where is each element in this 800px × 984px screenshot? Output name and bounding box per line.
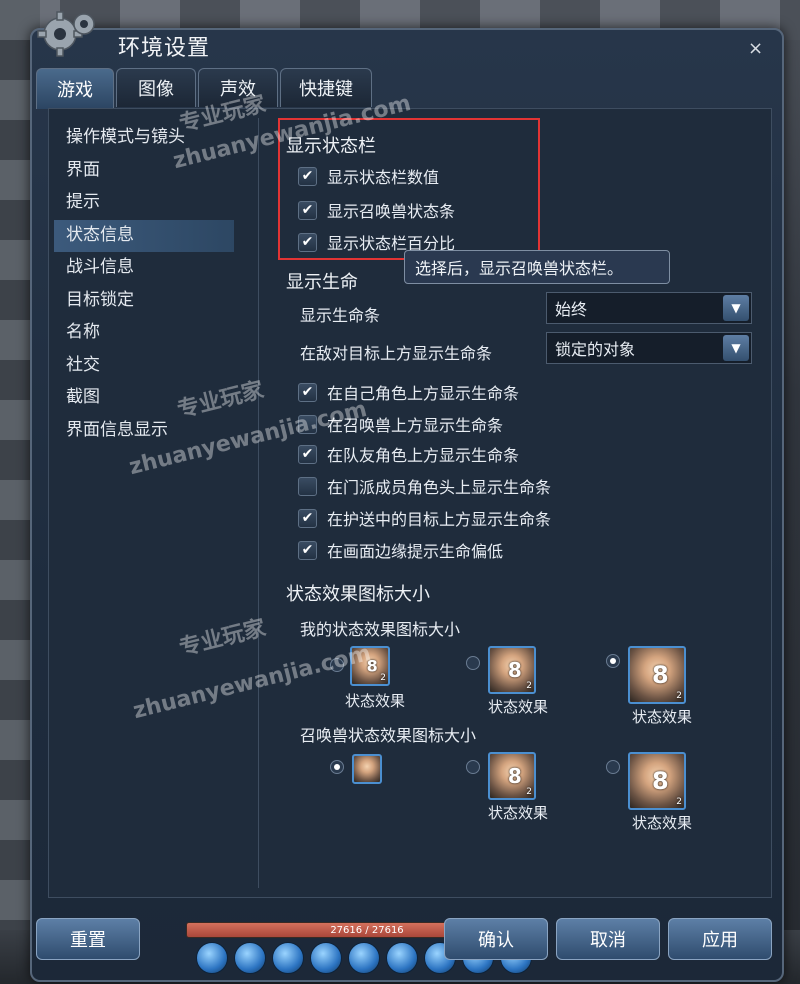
checkbox-box[interactable] — [298, 476, 317, 496]
skill-orb-icon — [310, 942, 342, 974]
apply-button[interactable]: 应用 — [668, 918, 772, 960]
my-effect-size-medium-radio[interactable] — [466, 656, 480, 670]
sidebar-item-target-lock[interactable]: 目标锁定 — [54, 285, 234, 318]
checkbox-label: 在召唤兽上方显示生命条 — [327, 416, 504, 435]
sidebar-item-social[interactable]: 社交 — [54, 350, 234, 383]
effect-icon-sub: 2 — [676, 691, 682, 701]
chevron-down-icon[interactable]: ▼ — [723, 295, 749, 321]
highlight-box — [278, 118, 540, 260]
sidebar-item-names[interactable]: 名称 — [54, 317, 234, 350]
checkbox-label: 在自己角色上方显示生命条 — [327, 384, 520, 403]
checkbox-label: 在门派成员角色头上显示生命条 — [327, 478, 552, 497]
effect-caption: 状态效果 — [488, 804, 549, 822]
tooltip: 选择后，显示召唤兽状态栏。 — [404, 250, 670, 284]
skill-orb-icon — [234, 942, 266, 974]
my-effect-size-large-radio[interactable] — [606, 654, 620, 668]
checkbox-box[interactable]: ✔ — [298, 540, 317, 560]
effect-icon-sub: 2 — [380, 673, 386, 683]
skill-orb-icon — [272, 942, 304, 974]
effect-icon: 8 2 — [628, 646, 686, 704]
checkbox-box[interactable]: ✔ — [298, 508, 317, 528]
tab-hotkeys[interactable]: 快捷键 — [280, 68, 372, 107]
skill-orb-icon — [196, 942, 228, 974]
sidebar-nav: 操作模式与镜头 界面 提示 状态信息 战斗信息 目标锁定 名称 社交 截图 界面… — [54, 122, 234, 447]
enemy-health-label: 在敌对目标上方显示生命条 — [300, 344, 493, 363]
effect-caption: 状态效果 — [632, 814, 693, 832]
checkbox-low-health-warning[interactable]: ✔ 在画面边缘提示生命偏低 — [298, 538, 503, 562]
sidebar-item-combat-info[interactable]: 战斗信息 — [54, 252, 234, 285]
effect-caption: 状态效果 — [632, 708, 693, 726]
checkbox-guild-health[interactable]: 在门派成员角色头上显示生命条 — [298, 474, 551, 498]
gear-icon — [37, 11, 95, 57]
close-icon[interactable]: × — [748, 38, 763, 59]
confirm-button[interactable]: 确认 — [444, 918, 548, 960]
hp-text: 27616 / 27616 — [330, 924, 404, 936]
checkbox-box[interactable] — [298, 414, 317, 434]
effect-icon-number: 8 — [366, 656, 378, 676]
cancel-button[interactable]: 取消 — [556, 918, 660, 960]
summon-effect-size-small-radio[interactable] — [330, 760, 344, 774]
window-title: 环境设置 — [118, 36, 211, 61]
tab-bar: 游戏 图像 声效 快捷键 — [36, 68, 372, 109]
effect-icon-number: 8 — [507, 764, 522, 788]
checkbox-party-health[interactable]: ✔ 在队友角色上方显示生命条 — [298, 442, 519, 466]
effect-icon-number: 8 — [651, 767, 669, 795]
tab-sound[interactable]: 声效 — [198, 68, 278, 107]
checkbox-self-health[interactable]: ✔ 在自己角色上方显示生命条 — [298, 380, 519, 404]
effects-section-title: 状态效果图标大小 — [286, 584, 430, 605]
effect-icon: 8 2 — [488, 646, 536, 694]
sidebar-item-status-info[interactable]: 状态信息 — [54, 219, 234, 252]
tab-graphics[interactable]: 图像 — [116, 68, 196, 107]
tab-game[interactable]: 游戏 — [36, 68, 114, 109]
checkbox-label: 在画面边缘提示生命偏低 — [327, 542, 504, 561]
sidebar-item-ui-info[interactable]: 界面信息显示 — [54, 415, 234, 448]
sidebar-item-interface[interactable]: 界面 — [54, 155, 234, 188]
checkbox-label: 在队友角色上方显示生命条 — [327, 446, 520, 465]
my-effect-size-small-radio[interactable] — [330, 658, 344, 672]
effect-icon: 8 2 — [350, 646, 390, 686]
sidebar-item-screenshot[interactable]: 截图 — [54, 382, 234, 415]
checkbox-box[interactable]: ✔ — [298, 444, 317, 464]
select-value: 始终 — [555, 300, 588, 319]
checkbox-escort-health[interactable]: ✔ 在护送中的目标上方显示生命条 — [298, 506, 551, 530]
effect-icon-sub: 2 — [526, 787, 532, 797]
summon-effect-size-medium-radio[interactable] — [466, 760, 480, 774]
my-effects-label: 我的状态效果图标大小 — [300, 620, 461, 639]
panel-divider — [258, 118, 259, 888]
effect-icon: 8 2 — [488, 752, 536, 800]
show-health-bar-select[interactable]: 始终 ▼ — [546, 292, 752, 324]
effect-icon-number: 8 — [507, 658, 522, 682]
skill-orb-icon — [386, 942, 418, 974]
checkbox-box[interactable]: ✔ — [298, 382, 317, 402]
summon-effect-size-large-radio[interactable] — [606, 760, 620, 774]
sidebar-item-camera[interactable]: 操作模式与镜头 — [54, 122, 234, 155]
effect-icon-sub: 2 — [526, 681, 532, 691]
effect-caption: 状态效果 — [488, 698, 549, 716]
summon-effects-label: 召唤兽状态效果图标大小 — [300, 726, 477, 745]
reset-button[interactable]: 重置 — [36, 918, 140, 960]
show-health-bar-label: 显示生命条 — [300, 306, 381, 325]
select-value: 锁定的对象 — [555, 340, 636, 359]
effect-icon: 8 2 — [628, 752, 686, 810]
chevron-down-icon[interactable]: ▼ — [723, 335, 749, 361]
effect-icon — [352, 754, 382, 784]
enemy-health-select[interactable]: 锁定的对象 ▼ — [546, 332, 752, 364]
health-section-title: 显示生命 — [286, 272, 358, 293]
checkbox-label: 在护送中的目标上方显示生命条 — [327, 510, 552, 529]
sidebar-item-hints[interactable]: 提示 — [54, 187, 234, 220]
skill-orb-icon — [348, 942, 380, 974]
effect-icon-number: 8 — [651, 661, 669, 689]
effect-icon-sub: 2 — [676, 797, 682, 807]
checkbox-summon-health[interactable]: 在召唤兽上方显示生命条 — [298, 412, 503, 436]
effect-caption: 状态效果 — [345, 692, 406, 710]
